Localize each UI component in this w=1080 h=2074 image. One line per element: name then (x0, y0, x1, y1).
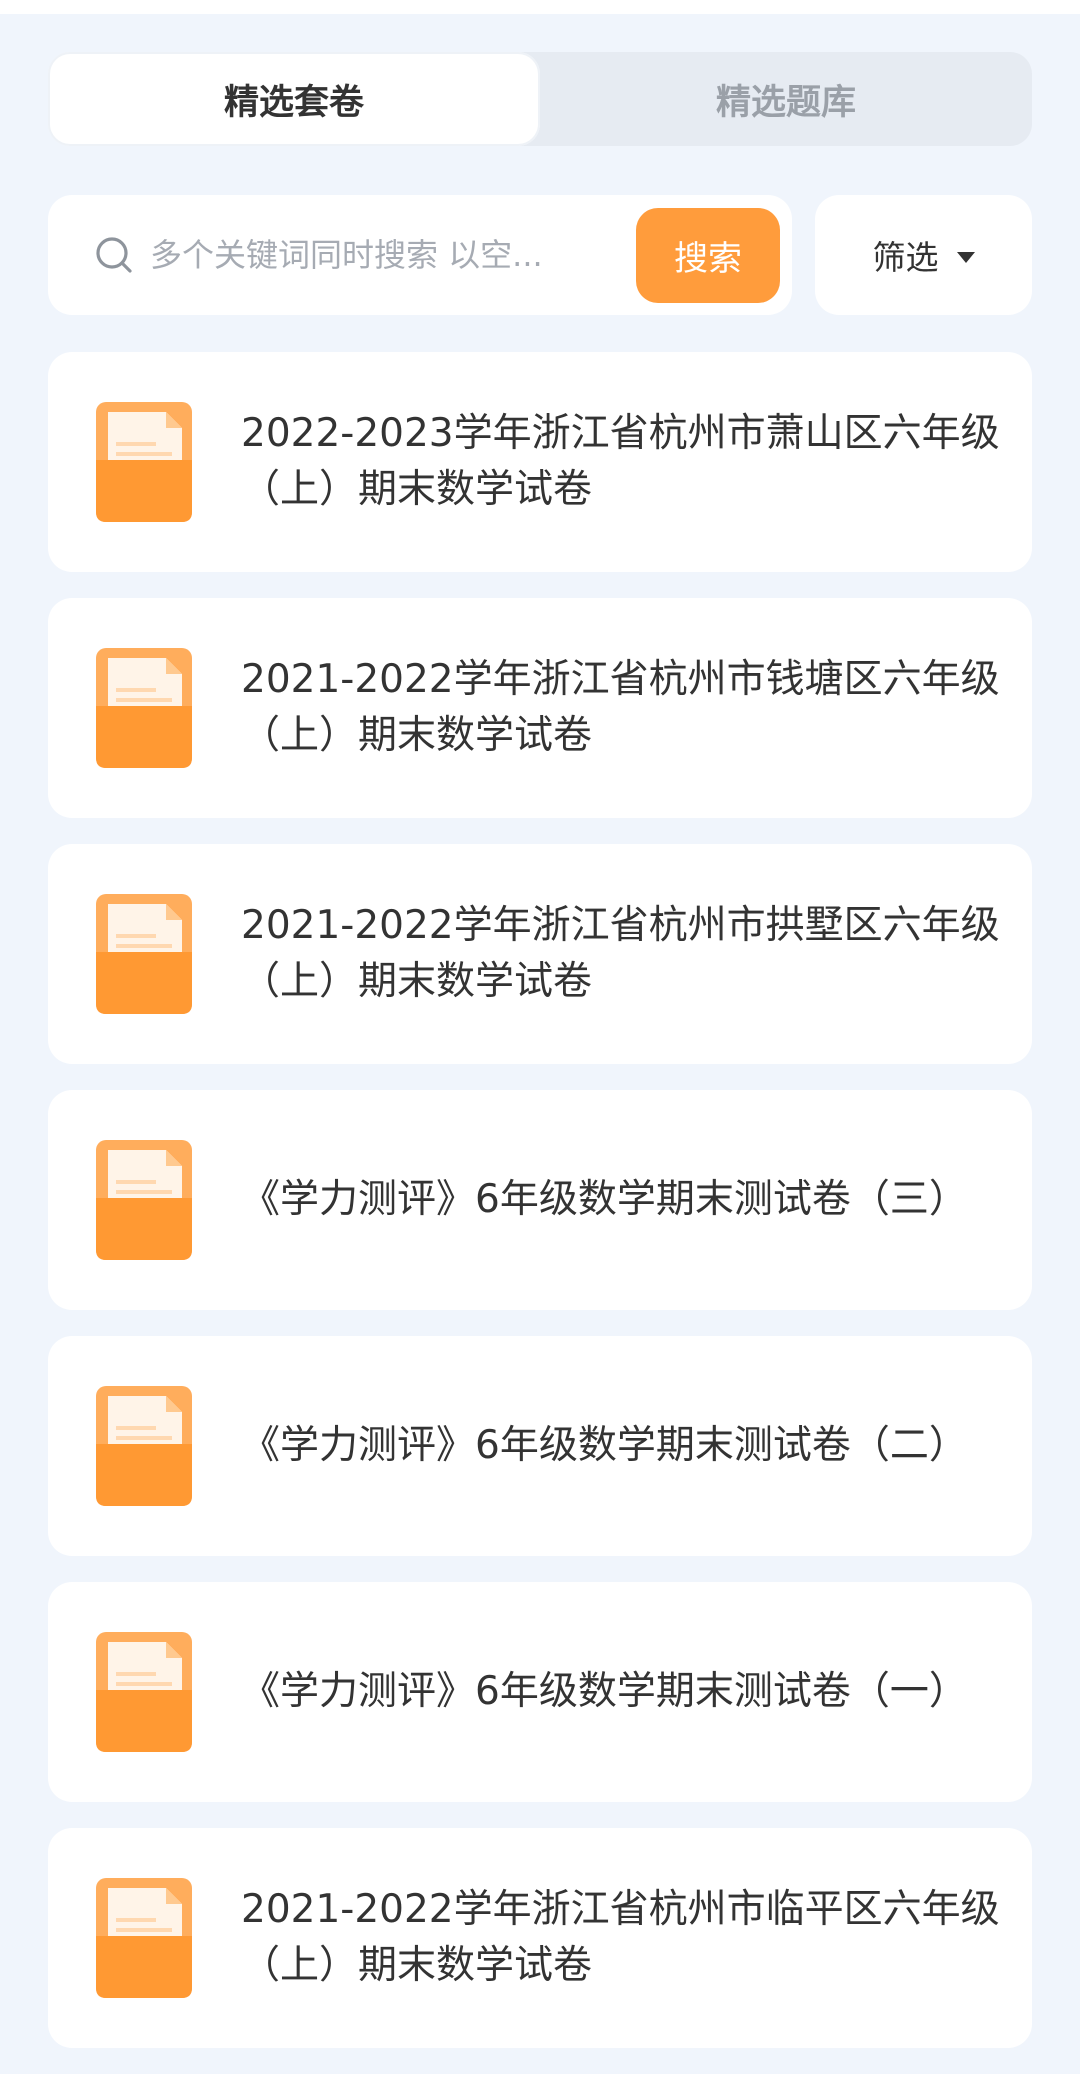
document-icon (96, 1140, 192, 1260)
search-input[interactable] (150, 225, 630, 285)
paper-title: 2022-2023学年浙江省杭州市萧山区六年级（上）期末数学试卷 (241, 352, 1001, 572)
paper-title-text: 2021-2022学年浙江省杭州市钱塘区六年级（上）期末数学试卷 (241, 657, 1000, 758)
paper-title: 2021-2022学年浙江省杭州市拱墅区六年级（上）期末数学试卷 (241, 844, 1001, 1064)
paper-card-4[interactable]: 《学力测评》6年级数学期末测试卷（三） (48, 1090, 1032, 1310)
document-icon (96, 648, 192, 768)
paper-title: 2021-2022学年浙江省杭州市钱塘区六年级（上）期末数学试卷 (241, 598, 1001, 818)
status-bar-strip (0, 0, 1080, 14)
paper-title-text: 2021-2022学年浙江省杭州市拱墅区六年级（上）期末数学试卷 (241, 903, 1000, 1004)
document-icon (96, 1386, 192, 1506)
paper-title: 《学力测评》6年级数学期末测试卷（一） (241, 1582, 1001, 1802)
paper-title: 《学力测评》6年级数学期末测试卷（二） (241, 1336, 1001, 1556)
tab-featured-papers[interactable]: 精选套卷 (48, 52, 540, 146)
paper-card-5[interactable]: 《学力测评》6年级数学期末测试卷（二） (48, 1336, 1032, 1556)
search-button[interactable]: 搜索 (636, 208, 780, 303)
document-icon (96, 1878, 192, 1998)
paper-title: 《学力测评》6年级数学期末测试卷（三） (241, 1090, 1001, 1310)
paper-title-text: 2021-2022学年浙江省杭州市临平区六年级（上）期末数学试卷 (241, 1887, 1000, 1988)
caret-down-icon (956, 251, 975, 263)
document-icon (96, 402, 192, 522)
document-icon (96, 1632, 192, 1752)
search-icon (96, 237, 132, 273)
paper-title-text: 《学力测评》6年级数学期末测试卷（三） (241, 1177, 968, 1222)
segmented-tabs: 精选套卷 精选题库 (48, 52, 1032, 146)
paper-title-text: 《学力测评》6年级数学期末测试卷（二） (241, 1423, 968, 1468)
paper-card-1[interactable]: 2022-2023学年浙江省杭州市萧山区六年级（上）期末数学试卷 (48, 352, 1032, 572)
paper-list: 2022-2023学年浙江省杭州市萧山区六年级（上）期末数学试卷 2021-20… (48, 352, 1032, 2074)
search-box: 搜索 (48, 195, 792, 315)
paper-card-6[interactable]: 《学力测评》6年级数学期末测试卷（一） (48, 1582, 1032, 1802)
paper-title: 2021-2022学年浙江省杭州市临平区六年级（上）期末数学试卷 (241, 1828, 1001, 2048)
filter-label: 筛选 (872, 238, 939, 277)
paper-card-2[interactable]: 2021-2022学年浙江省杭州市钱塘区六年级（上）期末数学试卷 (48, 598, 1032, 818)
document-icon (96, 894, 192, 1014)
paper-title-text: 2022-2023学年浙江省杭州市萧山区六年级（上）期末数学试卷 (241, 411, 1000, 512)
filter-button[interactable]: 筛选 (815, 195, 1032, 315)
paper-title-text: 《学力测评》6年级数学期末测试卷（一） (241, 1669, 968, 1714)
paper-card-3[interactable]: 2021-2022学年浙江省杭州市拱墅区六年级（上）期末数学试卷 (48, 844, 1032, 1064)
paper-card-7[interactable]: 2021-2022学年浙江省杭州市临平区六年级（上）期末数学试卷 (48, 1828, 1032, 2048)
tab-featured-questions[interactable]: 精选题库 (540, 52, 1032, 146)
